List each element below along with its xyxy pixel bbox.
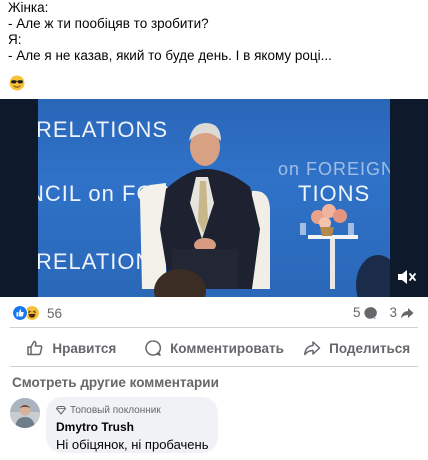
share-button[interactable]: Поделиться [285, 334, 428, 362]
share-button-label: Поделиться [329, 340, 411, 356]
share-count[interactable]: 3 [389, 305, 414, 320]
view-more-comments-link[interactable]: Смотреть другие комментарии [12, 375, 219, 390]
comment-bubble-icon [364, 306, 378, 319]
comment-count[interactable]: 5 [353, 305, 378, 320]
post-line: Я: [8, 32, 22, 47]
diamond-icon [56, 406, 66, 415]
video-player[interactable]: RELATIONS on FOREIGN R NCIL on FORE TION… [0, 99, 428, 297]
like-button[interactable]: Нравится [0, 334, 143, 362]
divider [10, 366, 418, 367]
post-actions: Нравится Комментировать Поделиться [0, 334, 428, 362]
comment-button[interactable]: Комментировать [143, 334, 286, 362]
comment-button-label: Комментировать [170, 340, 284, 356]
video-letterbox-left [0, 99, 38, 297]
sunglasses-emoji-icon [9, 75, 25, 91]
comment-author[interactable]: Dmytro Trush [56, 420, 208, 434]
post-text: Жінка: - Але ж ти пообіцяв то зробити? Я… [8, 0, 420, 64]
post-stats: 5 3 [341, 305, 414, 320]
top-fan-badge: Топовый поклонник [56, 404, 208, 416]
user-avatar-icon [10, 398, 40, 428]
comment-bubble: Топовый поклонник Dmytro Trush Ні обіцян… [46, 397, 218, 453]
thumbs-up-icon [27, 340, 43, 356]
share-arrow-icon [401, 307, 414, 318]
mute-icon[interactable] [396, 267, 418, 287]
video-frame: RELATIONS on FOREIGN R NCIL on FORE TION… [38, 99, 390, 297]
comment-icon [145, 340, 162, 356]
badge-label: Топовый поклонник [70, 404, 161, 416]
divider [10, 327, 418, 328]
avatar[interactable] [10, 398, 40, 428]
share-icon [304, 341, 321, 356]
post-line: - Але ж ти пообіцяв то зробити? [8, 16, 209, 31]
post-line: Жінка: [8, 0, 49, 15]
reaction-summary[interactable]: 56 [12, 305, 62, 321]
like-icon [12, 305, 28, 321]
like-button-label: Нравится [52, 340, 117, 356]
post-line: - Але я не казав, який то буде день. І в… [8, 48, 332, 63]
reaction-count: 56 [47, 305, 63, 321]
video-scene-illustration [139, 123, 390, 297]
comment-text: Ні обіцянок, ні пробачень [56, 437, 209, 452]
